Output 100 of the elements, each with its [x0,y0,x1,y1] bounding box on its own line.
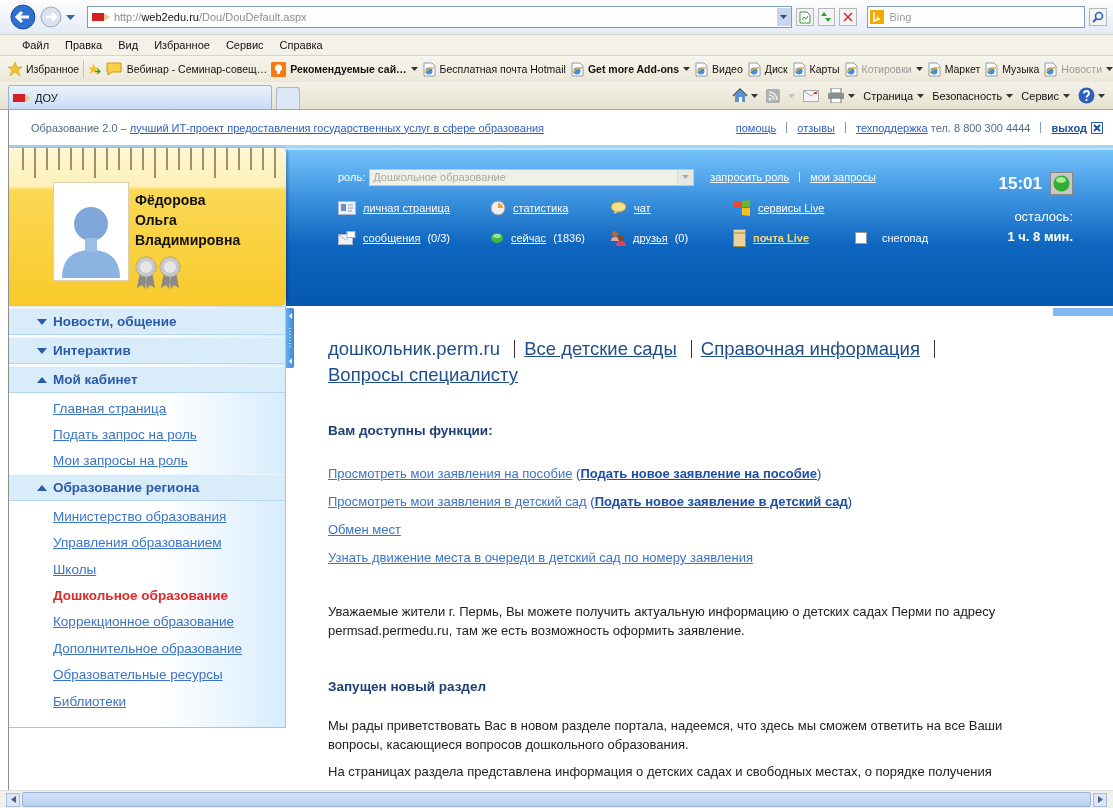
sidebar-link[interactable]: Подать запрос на роль [53,427,197,443]
sidebar-link[interactable]: Дополнительное образование [53,640,243,656]
sidebar-link[interactable]: Мои запросы на роль [53,453,188,469]
print-button[interactable] [827,88,856,103]
function-link[interactable]: Обмен мест [328,522,401,537]
bracket-text: ) [817,466,822,481]
favorites-button[interactable]: Избранное [8,62,80,76]
panel-link[interactable]: сервисы Live [758,202,825,214]
caret-icon [1063,93,1070,98]
scrollbar-thumb[interactable] [22,792,1091,807]
tagline-link[interactable]: лучший ИТ-проект предоставления государственных услуг в сфере образования [129,121,545,134]
command-menu[interactable]: Безопасность [932,89,1014,102]
favorite-link[interactable]: Маркет [926,61,981,77]
menu-item[interactable]: Сервис [217,39,272,51]
home-button[interactable] [732,88,759,103]
panel-link[interactable]: друзья [633,232,668,244]
browser-tab[interactable]: ДОУ [8,85,272,109]
section-header[interactable]: Мой кабинет [9,366,285,393]
caret-icon [410,67,418,71]
function-link[interactable]: Подать новое заявление на пособие [580,466,817,481]
nav-link[interactable]: дошкольник.perm.ru [328,338,501,359]
favorite-link[interactable]: Диск [746,61,788,77]
favorite-link[interactable]: Видео [694,61,743,77]
header-link[interactable]: помощь [735,121,777,134]
panel-link[interactable]: сообщения [363,232,421,244]
caret-icon [751,93,759,98]
search-button[interactable] [1089,8,1107,26]
splitter-handle[interactable] [286,308,294,368]
favorite-link[interactable]: Вебинар - Семинар-совещ… [104,62,268,76]
medal-icon [135,256,157,290]
menu-item[interactable]: Файл [14,39,58,51]
user-name: Фёдорова [135,192,207,209]
favorite-link[interactable]: Get more Add-ons [569,61,691,77]
sidebar-link[interactable]: Школы [53,561,97,577]
menu-item[interactable]: Правка [57,39,111,51]
panel-link[interactable]: чат [634,202,651,214]
menu-item[interactable]: Вид [110,39,147,51]
logout-link[interactable]: выход [1051,121,1087,134]
command-menu[interactable]: Страница [863,89,925,102]
panel-link[interactable]: личная страница [363,202,450,214]
caret-icon [682,175,690,179]
back-button[interactable] [10,4,36,30]
close-icon[interactable] [1091,121,1103,134]
section-header[interactable]: Образование региона [9,474,285,502]
header-link[interactable]: техподдержка [855,121,928,134]
search-field[interactable]: Bing [867,6,1086,28]
right-arrow-icon [1097,796,1103,803]
nav-link[interactable]: Справочная информация [700,338,920,359]
sidebar-link[interactable]: Главная страница [53,400,167,416]
bing-icon [870,10,885,24]
caret-icon [1106,67,1113,71]
caret-icon[interactable] [65,14,75,20]
favorite-link[interactable]: Музыка [984,61,1040,77]
menu-item[interactable]: Справка [271,39,331,51]
paragraph: Мы рады приветствовать Вас в новом разделе портала, надеемся, что здесь мы сможем ответить на все Ваши вопросы, касающиеся вопросов дошкольного образования. [328,717,1004,754]
refresh-button[interactable] [817,8,836,26]
notice-text: Уважаемые жители г. Пермь, Вы можете получить актуальную информацию о детских садах Перми по адресу permsad.permedu.ru, там же есть возможность оформить заявление. [328,603,997,640]
section-header[interactable]: Новости, общение [9,308,285,335]
stop-button[interactable] [839,8,858,26]
function-link[interactable]: Узнать движение места в очереди в детский сад по номеру заявления [328,550,754,565]
add-favorite-icon[interactable] [88,62,101,76]
sidebar-link[interactable]: Библиотеки [53,693,127,709]
browser-icon [569,61,584,77]
nav-link[interactable]: Все детские сады [524,338,677,359]
sidebar-link[interactable]: Образовательные ресурсы [53,667,223,683]
clock-icon [490,200,506,216]
online-status-button[interactable] [1050,172,1073,195]
mail-icon[interactable] [803,89,820,102]
function-link[interactable]: Просмотреть мои заявления на пособие [328,466,573,481]
scroll-right-button[interactable] [1093,792,1107,807]
function-link[interactable]: Просмотреть мои заявления в детский сад [328,494,587,509]
panel-link[interactable]: сейчас [511,232,547,244]
sidebar-link[interactable]: Коррекционное образование [53,614,234,630]
scroll-left-button[interactable] [6,792,20,807]
caret-icon [848,93,856,98]
panel-link[interactable]: статистика [513,202,569,214]
favorite-link[interactable]: Карты [791,61,840,77]
section-heading: Запущен новый раздел [328,678,487,696]
menu-item[interactable]: Избранное [146,39,218,51]
help-button[interactable] [1078,87,1105,104]
address-field[interactable]: http://web2edu.ru/Dou/DouDefault.aspx [86,6,792,28]
caret-icon [683,67,691,71]
nav-link[interactable]: Вопросы специалисту [328,364,518,385]
dropdown-button[interactable] [776,8,791,26]
function-link[interactable]: Подать новое заявление в детский сад [594,494,848,509]
sidebar-link[interactable]: Министерство образования [53,508,227,524]
favorite-link[interactable]: Рекомендуемые сай… [271,61,418,77]
snowfall-checkbox[interactable] [855,232,867,244]
browser-icon [746,61,761,77]
browser-icon [843,61,858,77]
panel-link[interactable]: почта Live [753,232,810,244]
windows-flag-icon [733,199,751,217]
bracket-text: ( [590,494,595,509]
sidebar-link[interactable]: Управления образованием [53,535,222,551]
bracket-text: ( [576,466,581,481]
favorite-link[interactable]: Бесплатная почта Hotmail [421,61,566,77]
sidebar-link[interactable]: Дошкольное образование [53,588,229,604]
section-header[interactable]: Интерактив [9,337,285,364]
header-link[interactable]: отзывы [797,121,835,134]
command-menu[interactable]: Сервис [1021,89,1070,102]
